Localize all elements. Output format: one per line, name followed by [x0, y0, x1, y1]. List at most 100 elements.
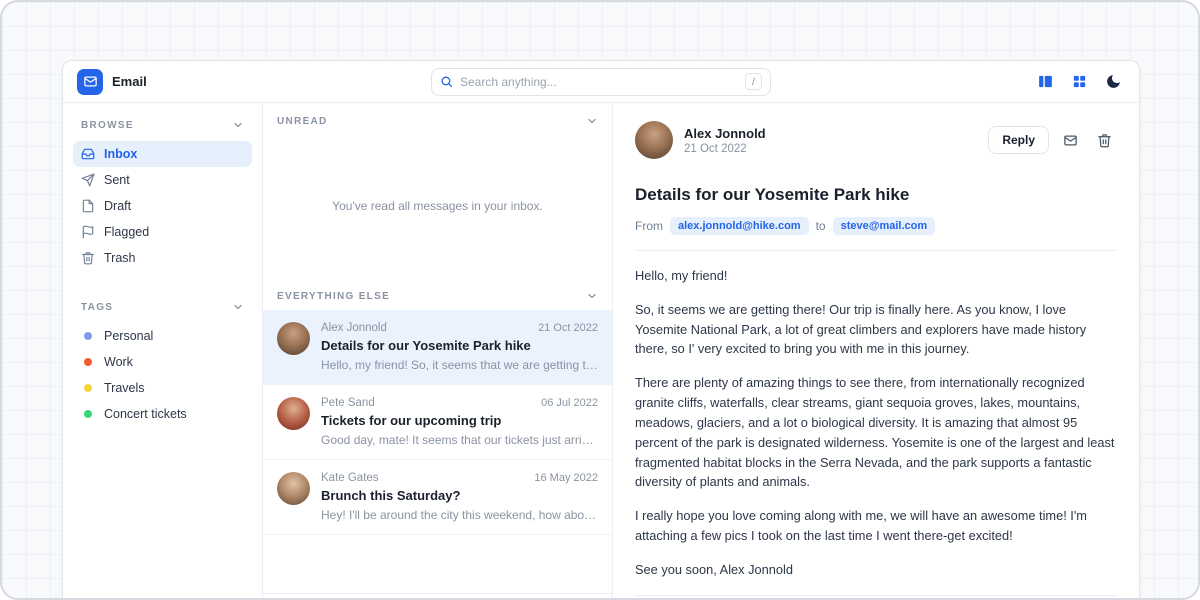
from-address-badge[interactable]: alex.jonnold@hike.com [670, 217, 809, 235]
email-preview: Hey! I'll be around the city this weeken… [321, 508, 598, 522]
main-columns: BROWSE Inbox Sent Draft [63, 103, 1139, 600]
email-sender: Alex Jonnold [321, 322, 387, 334]
email-meta: Kate Gates 16 May 2022 Brunch this Satur… [321, 472, 598, 522]
app-title: Email [112, 74, 147, 89]
mail-icon [1063, 133, 1078, 148]
sidebar-item-draft[interactable]: Draft [73, 193, 252, 219]
email-list-item[interactable]: Alex Jonnold 21 Oct 2022 Details for our… [263, 310, 612, 385]
email-date: 06 Jul 2022 [541, 397, 598, 409]
detail-subject: Details for our Yosemite Park hike [635, 185, 1117, 205]
unread-section-label: UNREAD [277, 116, 328, 127]
email-preview: Good day, mate! It seems that our ticket… [321, 433, 598, 447]
email-meta: Alex Jonnold 21 Oct 2022 Details for our… [321, 322, 598, 372]
avatar [277, 397, 310, 430]
sidebar-item-trash[interactable]: Trash [73, 245, 252, 271]
divider [635, 250, 1117, 251]
chevron-down-icon [586, 290, 598, 302]
detail-header: Alex Jonnold 21 Oct 2022 Reply [635, 121, 1117, 159]
detail-sender-name: Alex Jonnold [684, 126, 766, 141]
tag-label: Work [104, 355, 133, 369]
send-icon [81, 173, 95, 187]
email-app-window: Email / [62, 60, 1140, 600]
color-mode-button[interactable] [1101, 70, 1125, 94]
mail-action-button[interactable] [1057, 127, 1083, 153]
page-background: Email / [0, 0, 1200, 600]
email-body: Hello, my friend! So, it seems we are ge… [635, 266, 1117, 580]
detail-date: 21 Oct 2022 [684, 143, 766, 155]
from-label: From [635, 219, 663, 233]
sidebar-item-flagged[interactable]: Flagged [73, 219, 252, 245]
sidebar-item-label: Trash [104, 251, 136, 265]
everything-else-section-label: EVERYTHING ELSE [277, 291, 390, 302]
body-paragraph: I really hope you love coming along with… [635, 506, 1117, 546]
tag-color-dot [84, 384, 92, 392]
email-logo-icon [77, 69, 103, 95]
chevron-down-icon [232, 119, 244, 131]
avatar [277, 322, 310, 355]
color-mode-icon [1105, 73, 1122, 90]
email-list-item[interactable]: Kate Gates 16 May 2022 Brunch this Satur… [263, 460, 612, 535]
tag-item-concert-tickets[interactable]: Concert tickets [73, 401, 252, 427]
tag-label: Travels [104, 381, 145, 395]
body-paragraph: See you soon, Alex Jonnold [635, 560, 1117, 580]
divider [635, 595, 1117, 596]
chevron-down-icon [586, 115, 598, 127]
inbox-icon [81, 147, 95, 161]
chevron-down-icon [232, 301, 244, 313]
delete-mail-button[interactable] [1091, 127, 1117, 153]
browse-section-label: BROWSE [81, 120, 134, 131]
sidebar-item-label: Draft [104, 199, 131, 213]
tags-section-header[interactable]: TAGS [73, 297, 252, 317]
unread-empty-message: You've read all messages in your inbox. [263, 133, 612, 278]
panel-toggle-icon [1037, 73, 1054, 90]
tags-section-label: TAGS [81, 302, 113, 313]
reply-button[interactable]: Reply [988, 126, 1049, 154]
email-sender: Kate Gates [321, 472, 379, 484]
brand: Email [77, 69, 147, 95]
tag-color-dot [84, 410, 92, 418]
everything-else-section-header[interactable]: EVERYTHING ELSE [263, 278, 612, 310]
topbar-actions [1033, 70, 1125, 94]
to-address-badge[interactable]: steve@mail.com [833, 217, 936, 235]
email-sender: Pete Sand [321, 397, 375, 409]
email-detail-pane: Alex Jonnold 21 Oct 2022 Reply Details f… [613, 103, 1139, 600]
panel-toggle-button[interactable] [1033, 70, 1057, 94]
tag-color-dot [84, 358, 92, 366]
sidebar: BROWSE Inbox Sent Draft [63, 103, 263, 600]
search-icon [440, 75, 453, 88]
email-subject: Tickets for our upcoming trip [321, 413, 598, 428]
tag-color-dot [84, 332, 92, 340]
to-label: to [816, 219, 826, 233]
draft-icon [81, 199, 95, 213]
sidebar-item-sent[interactable]: Sent [73, 167, 252, 193]
tag-label: Personal [104, 329, 153, 343]
body-paragraph: Hello, my friend! [635, 266, 1117, 286]
body-paragraph: There are plenty of amazing things to se… [635, 373, 1117, 492]
email-meta: Pete Sand 06 Jul 2022 Tickets for our up… [321, 397, 598, 447]
browse-section-header[interactable]: BROWSE [73, 115, 252, 135]
sidebar-item-label: Flagged [104, 225, 149, 239]
sidebar-item-inbox[interactable]: Inbox [73, 141, 252, 167]
grid-menu-button[interactable] [1067, 70, 1091, 94]
message-list: UNREAD You've read all messages in your … [263, 103, 613, 600]
detail-actions: Reply [988, 126, 1117, 154]
from-to-row: From alex.jonnold@hike.com to steve@mail… [635, 217, 1117, 235]
tag-item-travels[interactable]: Travels [73, 375, 252, 401]
tags-list: Personal Work Travels Concert tickets [73, 323, 252, 427]
search-input[interactable] [460, 75, 738, 89]
email-subject: Brunch this Saturday? [321, 488, 598, 503]
avatar [277, 472, 310, 505]
search-bar[interactable]: / [431, 68, 771, 96]
topbar: Email / [63, 61, 1139, 103]
tag-item-work[interactable]: Work [73, 349, 252, 375]
list-bottom-divider [263, 593, 612, 600]
email-date: 21 Oct 2022 [538, 322, 598, 334]
tag-item-personal[interactable]: Personal [73, 323, 252, 349]
sender-avatar [635, 121, 673, 159]
tag-label: Concert tickets [104, 407, 187, 421]
email-date: 16 May 2022 [534, 472, 598, 484]
unread-section-header[interactable]: UNREAD [263, 103, 612, 133]
email-list-item[interactable]: Pete Sand 06 Jul 2022 Tickets for our up… [263, 385, 612, 460]
browse-list: Inbox Sent Draft Flagged [73, 141, 252, 271]
sidebar-item-label: Sent [104, 173, 130, 187]
